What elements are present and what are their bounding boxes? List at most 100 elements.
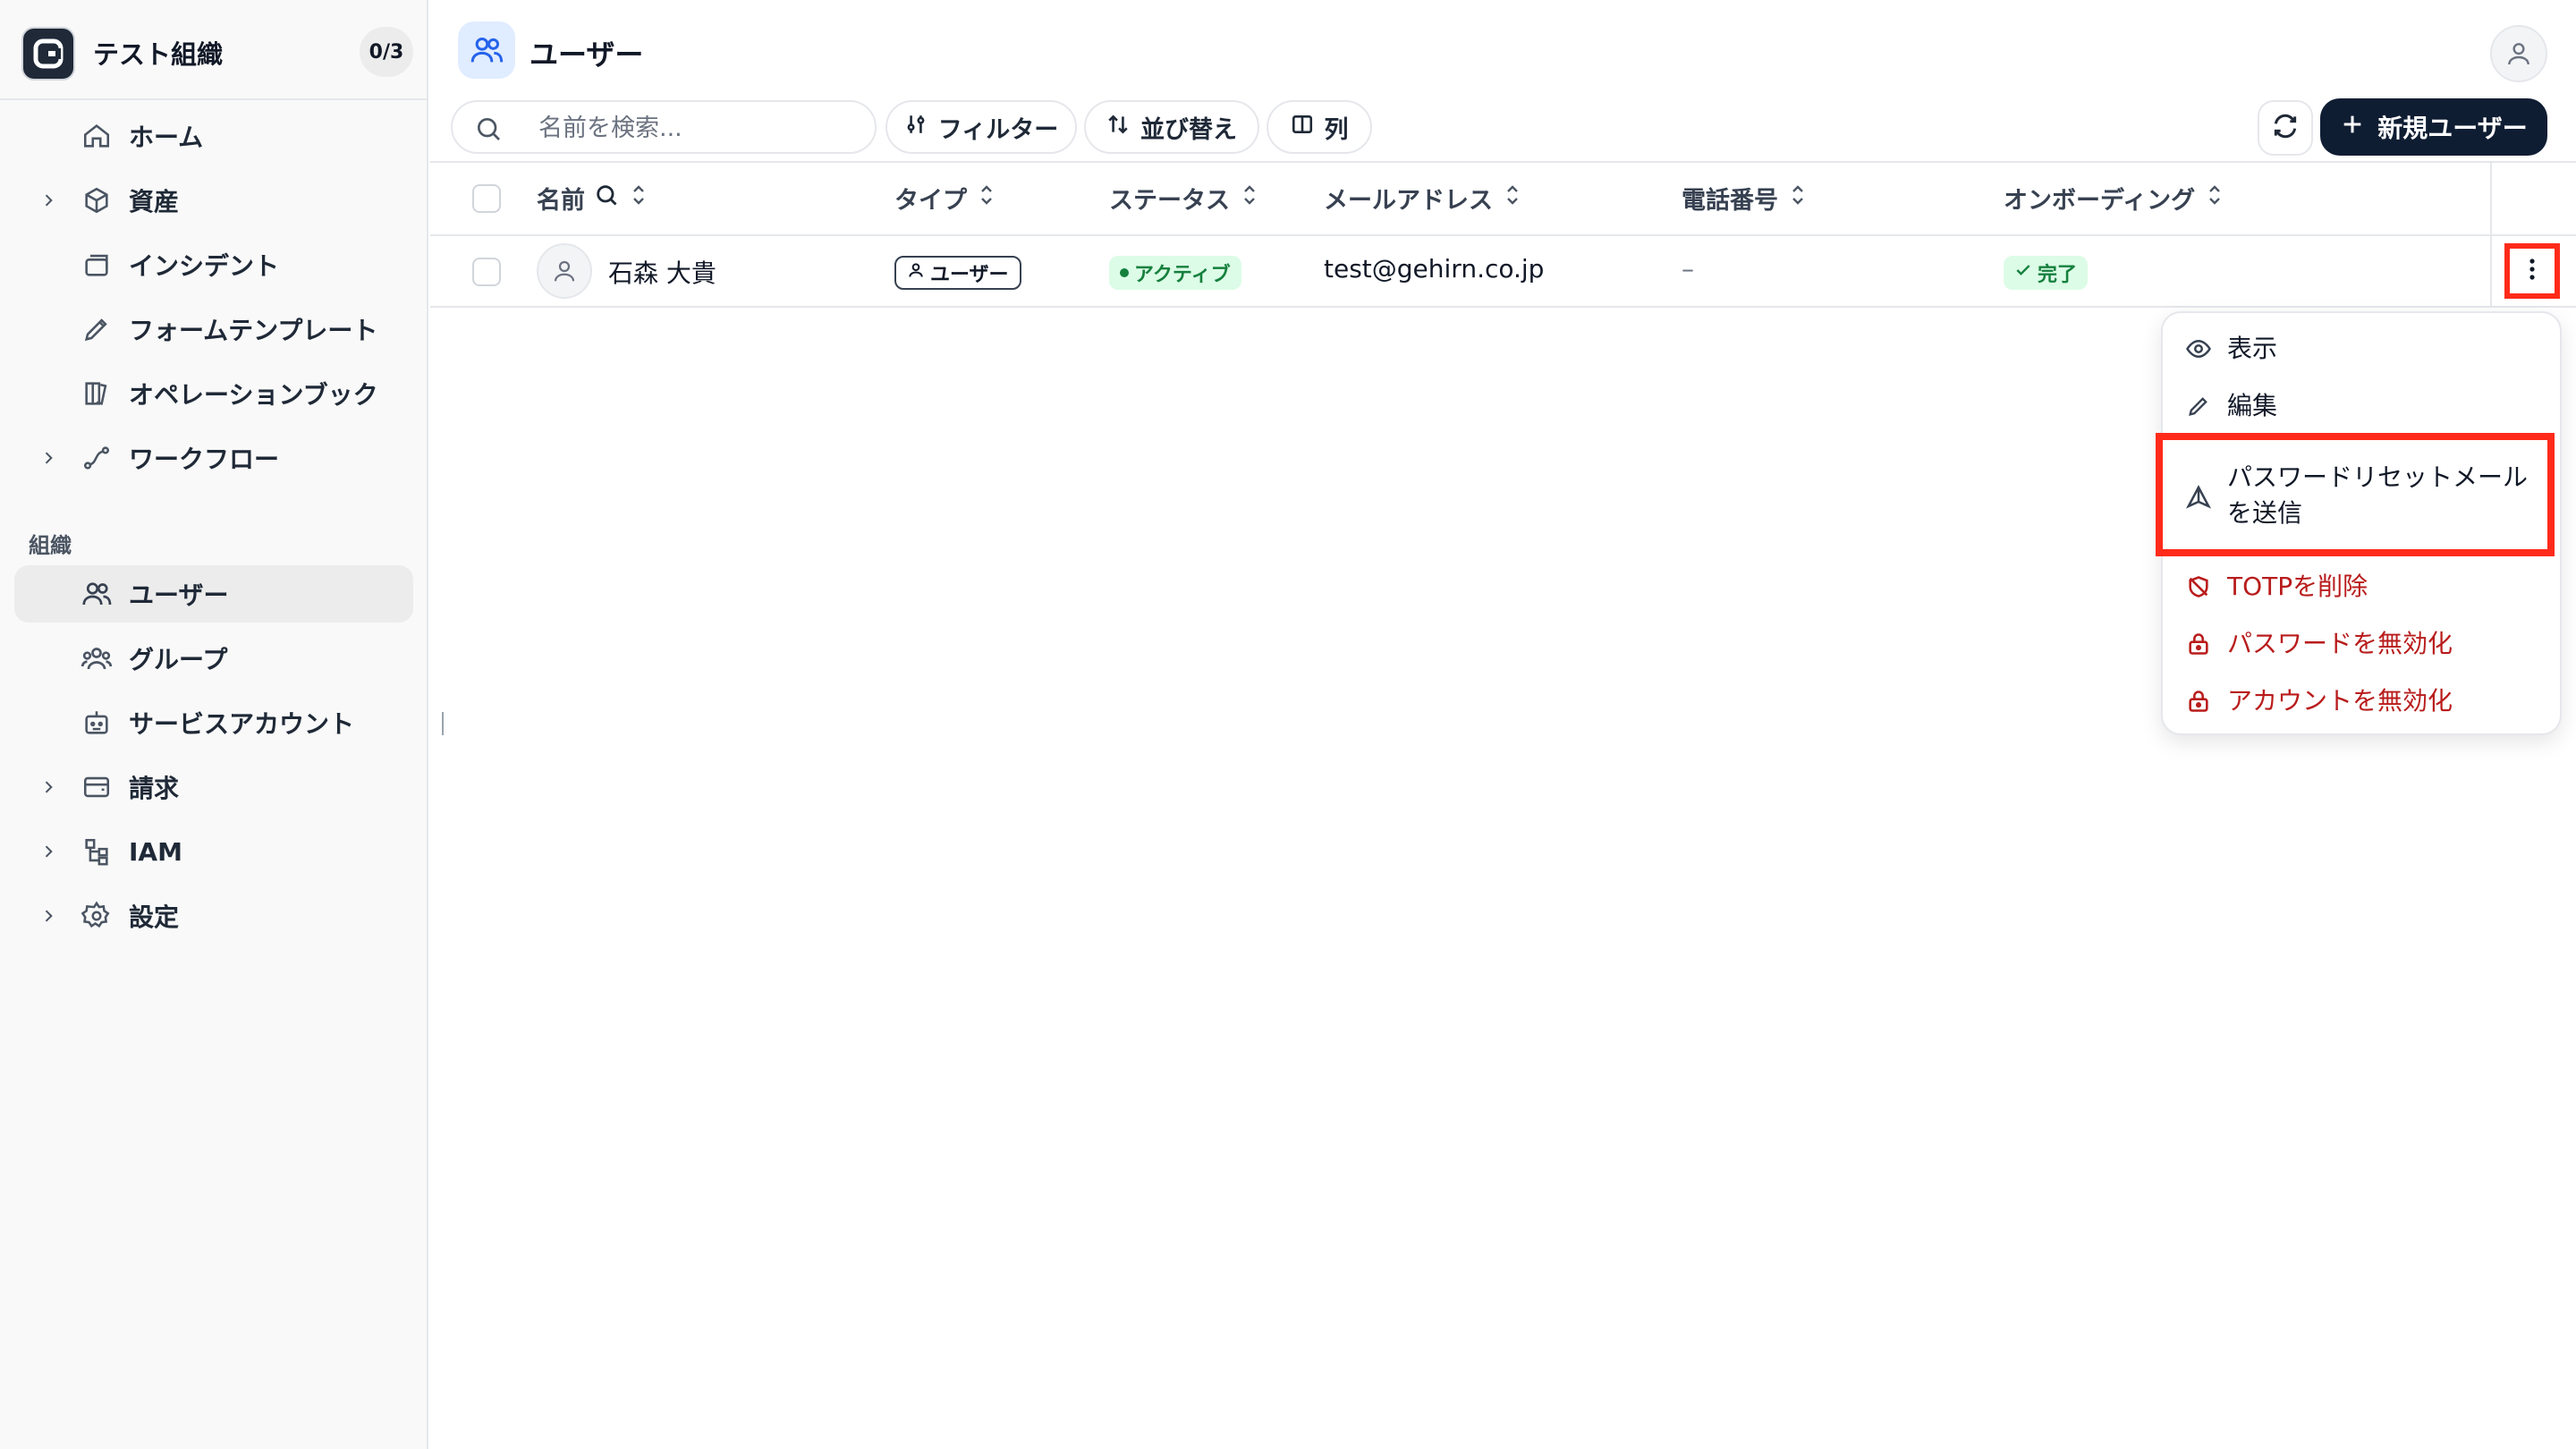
chevron-right-icon[interactable] [36, 903, 61, 928]
menu-item-label: パスワードリセットメールを送信 [2227, 462, 2529, 528]
row-actions-menu: 表示 編集 パスワードリセットメールを送信 TOTPを削除 パスワードを無効化 … [2161, 311, 2562, 735]
search-input[interactable] [538, 111, 860, 145]
sidebar-item-label: サービスアカウント [129, 709, 355, 739]
avatar [537, 243, 592, 299]
refresh-button[interactable] [2258, 100, 2313, 156]
sidebar-item-label: インシデント [129, 251, 280, 281]
books-icon [79, 376, 114, 411]
account-avatar[interactable] [2490, 25, 2547, 82]
robot-icon [79, 705, 114, 741]
columns-button[interactable]: 列 [1267, 100, 1372, 154]
column-header-status[interactable]: ステータス [1109, 181, 1260, 216]
column-header-phone[interactable]: 電話番号 [1682, 181, 1809, 216]
search-icon[interactable] [594, 182, 619, 214]
chevron-right-icon[interactable] [36, 839, 61, 864]
hierarchy-icon [79, 834, 114, 869]
refresh-icon [2271, 112, 2300, 144]
menu-item-disable-password[interactable]: パスワードを無効化 [2163, 626, 2560, 671]
sidebar-item-label: 資産 [129, 187, 180, 216]
column-header-name[interactable]: 名前 [537, 181, 649, 216]
sort-chevrons-icon[interactable] [2204, 182, 2225, 215]
sidebar-item-billing[interactable]: 請求 [14, 758, 413, 816]
menu-item-edit[interactable]: 編集 [2163, 388, 2560, 433]
sidebar-item-form-templates[interactable]: フォームテンプレート [14, 301, 413, 358]
menu-item-label: 表示 [2227, 334, 2278, 363]
shield-off-icon [2184, 572, 2213, 601]
row-actions-button[interactable] [2504, 243, 2560, 299]
workflow-icon [79, 440, 114, 476]
send-icon [2184, 483, 2213, 512]
user-name[interactable]: 石森 大貴 [608, 254, 716, 290]
sort-chevrons-icon[interactable] [628, 182, 649, 215]
sort-label: 並び替え [1140, 115, 1237, 144]
group-icon [79, 640, 114, 676]
select-all-checkbox[interactable] [472, 184, 501, 213]
column-header-label: メールアドレス [1324, 187, 1493, 215]
menu-item-label: アカウントを無効化 [2227, 686, 2453, 716]
menu-item-view[interactable]: 表示 [2163, 331, 2560, 376]
sidebar-item-service-accounts[interactable]: サービスアカウント [14, 694, 413, 751]
columns-icon [1291, 113, 1314, 142]
sort-arrows-icon [1106, 113, 1130, 142]
lock-icon [2184, 687, 2213, 716]
sidebar-item-incidents[interactable]: インシデント [14, 236, 413, 293]
window-stack-icon [79, 247, 114, 283]
users-icon [458, 21, 515, 79]
onboarding-badge: 完了 [2004, 256, 2089, 290]
new-user-button[interactable]: 新規ユーザー [2320, 98, 2547, 156]
filter-label: フィルター [937, 115, 1059, 144]
column-header-onboarding[interactable]: オンボーディング [2004, 181, 2225, 216]
menu-item-remove-totp[interactable]: TOTPを削除 [2163, 569, 2560, 614]
menu-item-label: 編集 [2227, 391, 2278, 420]
type-badge: ユーザー [894, 256, 1021, 290]
row-checkbox[interactable] [472, 258, 501, 286]
sort-chevrons-icon[interactable] [1502, 182, 1523, 215]
org-switcher[interactable]: テスト組織 0/3 [0, 0, 427, 100]
check-icon [2014, 261, 2032, 284]
sort-chevrons-icon[interactable] [1787, 182, 1809, 215]
chevron-right-icon[interactable] [36, 445, 61, 470]
sort-chevrons-icon[interactable] [1239, 182, 1260, 215]
cube-icon [79, 182, 114, 218]
pen-nib-icon [79, 311, 114, 347]
sidebar: テスト組織 0/3 ホーム 資産 インシデント フォームテンプレート オペレーシ [0, 0, 428, 1449]
chevron-right-icon[interactable] [36, 188, 61, 213]
sidebar-item-label: グループ [129, 645, 228, 674]
sidebar-item-users[interactable]: ユーザー [14, 565, 413, 623]
status-dot-icon [1120, 268, 1129, 277]
lock-icon [2184, 630, 2213, 658]
sort-chevrons-icon[interactable] [976, 182, 997, 215]
home-icon [79, 118, 114, 154]
column-header-label: オンボーディング [2004, 187, 2196, 215]
search-box[interactable] [451, 100, 877, 154]
divider [430, 161, 2576, 163]
column-header-email[interactable]: メールアドレス [1324, 181, 1523, 216]
wallet-icon [79, 769, 114, 805]
chevron-right-icon[interactable] [36, 775, 61, 800]
sidebar-item-groups[interactable]: グループ [14, 630, 413, 687]
filter-button[interactable]: フィルター [886, 100, 1077, 154]
users-icon [79, 576, 114, 612]
menu-item-disable-account[interactable]: アカウントを無効化 [2163, 683, 2560, 728]
onboarding-label: 完了 [2038, 264, 2078, 286]
sidebar-item-workflows[interactable]: ワークフロー [14, 429, 413, 487]
eye-icon [2184, 335, 2213, 363]
org-name: テスト組織 [93, 39, 224, 70]
page-title: ユーザー [530, 38, 644, 72]
menu-item-label: パスワードを無効化 [2227, 629, 2453, 658]
column-header-label: 電話番号 [1682, 187, 1778, 215]
new-user-label: 新規ユーザー [2377, 114, 2528, 143]
sliders-icon [904, 113, 928, 142]
divider [430, 234, 2576, 236]
text-cursor [442, 712, 444, 735]
sidebar-item-assets[interactable]: 資産 [14, 172, 413, 229]
sidebar-item-home[interactable]: ホーム [14, 107, 413, 165]
menu-item-send-password-reset[interactable]: パスワードリセットメールを送信 [2163, 460, 2560, 537]
sidebar-item-label: ホーム [129, 123, 204, 152]
column-header-type[interactable]: タイプ [894, 181, 997, 216]
menu-item-label: TOTPを削除 [2227, 572, 2368, 601]
sidebar-item-settings[interactable]: 設定 [14, 887, 413, 945]
sort-button[interactable]: 並び替え [1084, 100, 1259, 154]
sidebar-item-operation-books[interactable]: オペレーションブック [14, 365, 413, 422]
sidebar-item-iam[interactable]: IAM [14, 823, 413, 880]
